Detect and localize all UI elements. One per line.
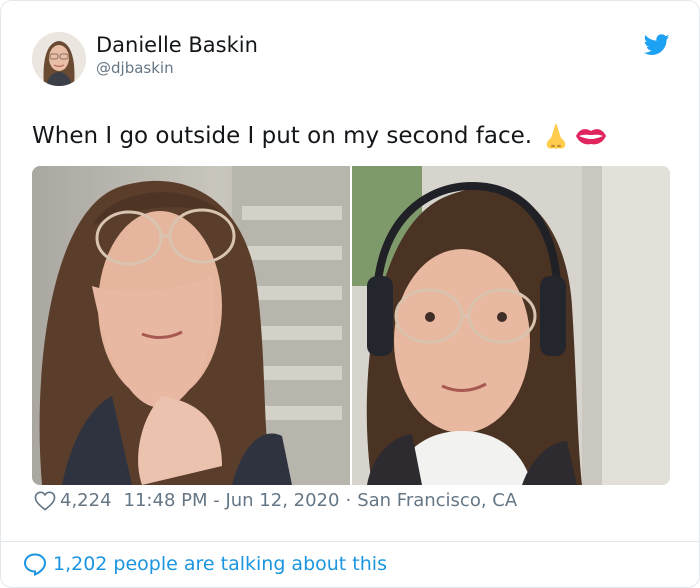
location[interactable]: San Francisco, CA bbox=[357, 490, 517, 511]
photo-right-image bbox=[352, 166, 670, 485]
photo-right[interactable] bbox=[352, 166, 670, 485]
meta-separator: · bbox=[345, 490, 352, 511]
tweet-media[interactable] bbox=[32, 166, 670, 485]
tweet-body: When I go outside I put on my second fac… bbox=[32, 123, 533, 149]
heart-outline-icon[interactable] bbox=[34, 491, 56, 511]
photo-left[interactable] bbox=[32, 166, 350, 485]
author-handle[interactable]: @djbaskin bbox=[96, 59, 174, 77]
divider bbox=[1, 541, 699, 542]
avatar-image bbox=[32, 32, 86, 86]
author-name[interactable]: Danielle Baskin bbox=[96, 33, 258, 57]
tweet-meta: 4,224 11:48 PM - Jun 12, 2020 · San Fran… bbox=[34, 490, 517, 511]
tweet-card: Danielle Baskin @djbaskin When I go outs… bbox=[0, 0, 700, 588]
like-count[interactable]: 4,224 bbox=[60, 490, 112, 511]
talking-link[interactable]: 1,202 people are talking about this bbox=[23, 552, 387, 576]
tweet-text: When I go outside I put on my second fac… bbox=[32, 121, 608, 151]
avatar[interactable] bbox=[32, 32, 86, 86]
speech-bubble-icon bbox=[23, 553, 47, 576]
mouth-emoji bbox=[576, 129, 607, 145]
timestamp[interactable]: 11:48 PM - Jun 12, 2020 bbox=[124, 490, 340, 511]
talking-text[interactable]: 1,202 people are talking about this bbox=[53, 553, 387, 575]
nose-emoji bbox=[546, 123, 566, 149]
photo-left-image bbox=[32, 166, 350, 485]
twitter-bird-icon[interactable] bbox=[644, 34, 670, 56]
